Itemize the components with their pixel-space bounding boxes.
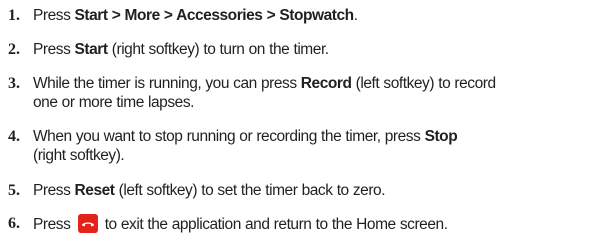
step-text: . [353, 7, 358, 24]
softkey-label: Reset [74, 182, 115, 199]
step-text: Press [33, 182, 75, 199]
step-text: (right softkey). [33, 147, 125, 164]
end-call-key-icon [77, 214, 98, 233]
step-number: 3. [8, 75, 20, 92]
step-number: 4. [8, 128, 20, 145]
step-text: While the timer is running, you can pres… [33, 75, 301, 92]
softkey-label: Start [74, 41, 109, 58]
softkey-label: Record [300, 75, 352, 92]
step-number: 1. [8, 7, 20, 24]
step-2: 2. Press Start (right softkey) to turn o… [8, 40, 329, 59]
step-text: Press [33, 216, 75, 233]
softkey-label: Stop [424, 128, 458, 145]
step-text: Press [33, 7, 75, 24]
step-1: 1. Press Start > More > Accessories > St… [8, 6, 358, 25]
step-text: Press [33, 41, 75, 58]
step-3: 3. While the timer is running, you can p… [8, 74, 496, 112]
step-number: 5. [8, 182, 20, 199]
step-text: one or more time lapses. [33, 94, 194, 111]
menu-path: Start > More > Accessories > Stopwatch [74, 7, 355, 24]
step-number: 6. [8, 215, 20, 232]
step-text: When you want to stop running or recordi… [33, 128, 425, 145]
step-6: 6. Press to exit the application and ret… [8, 214, 448, 234]
step-4: 4. When you want to stop running or reco… [8, 127, 458, 165]
step-number: 2. [8, 41, 20, 58]
step-text: (left softkey) to record [351, 75, 496, 92]
step-text: (left softkey) to set the timer back to … [114, 182, 386, 199]
step-text: (right softkey) to turn on the timer. [107, 41, 329, 58]
step-5: 5. Press Reset (left softkey) to set the… [8, 181, 386, 200]
step-text: to exit the application and return to th… [100, 216, 448, 233]
